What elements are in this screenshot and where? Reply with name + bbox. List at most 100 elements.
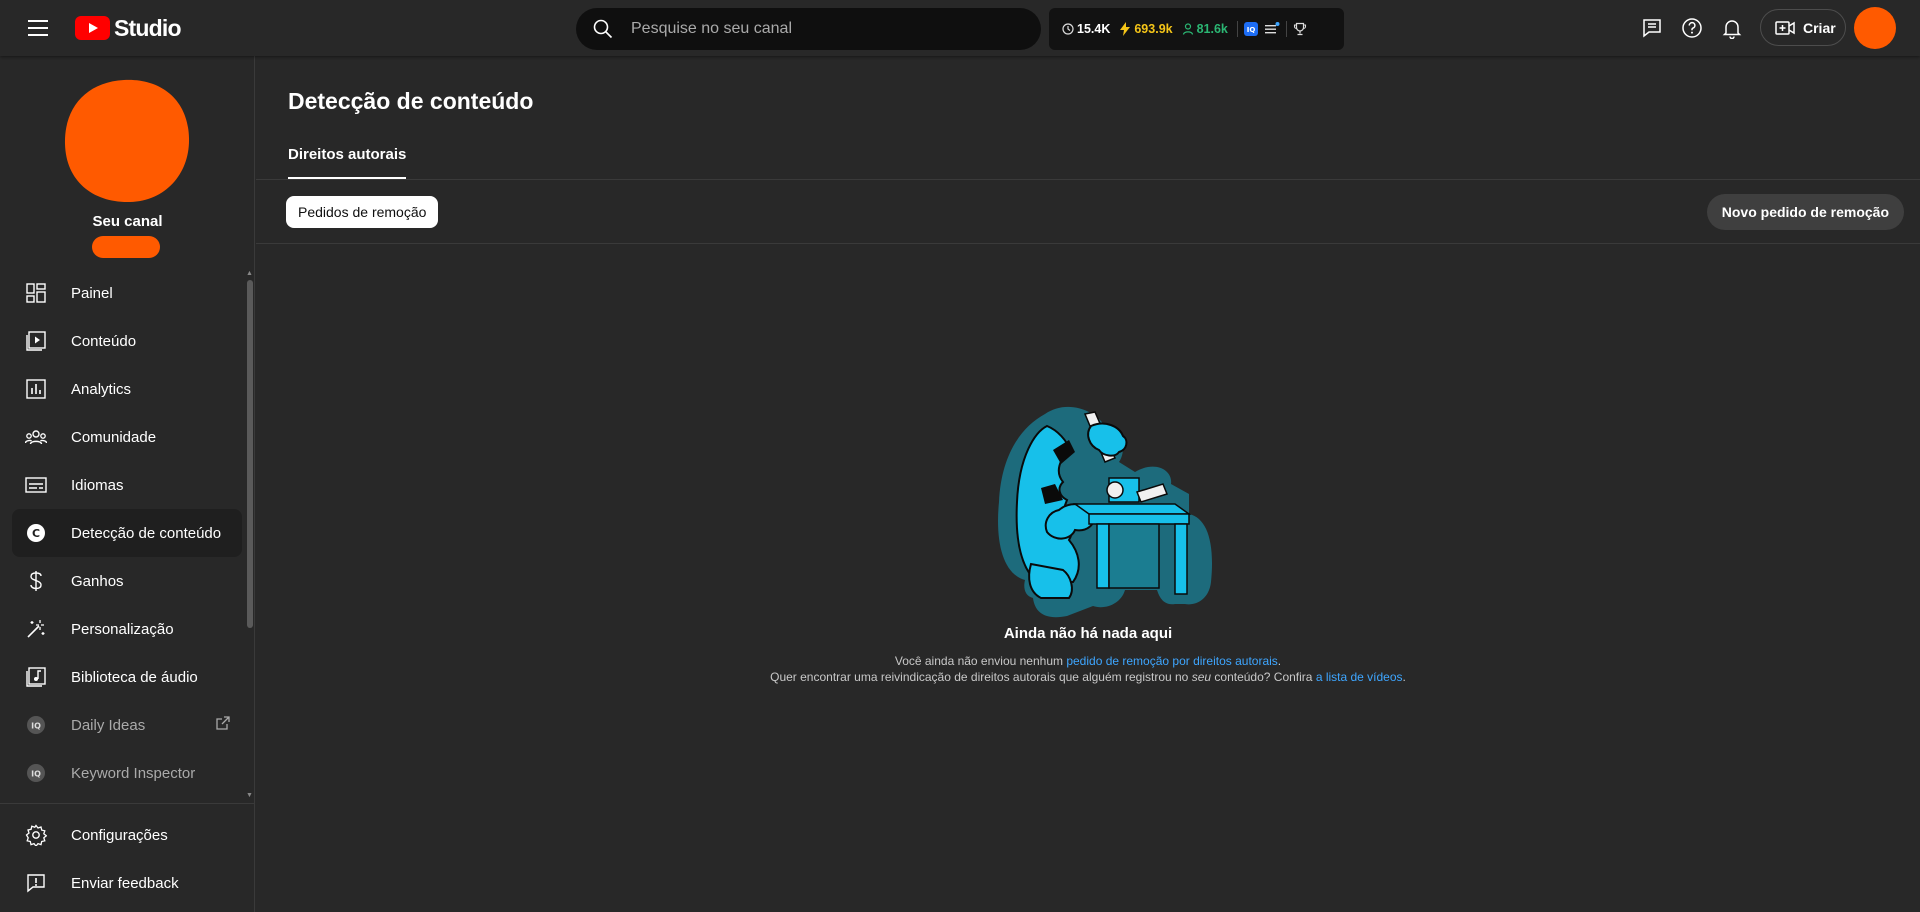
stats-divider: [1285, 21, 1287, 37]
sidebar-item-deteccao-de-conteudo[interactable]: C Detecção de conteúdo: [12, 509, 242, 557]
copyright-icon: C: [24, 521, 48, 545]
svg-text:IQ: IQ: [1247, 26, 1256, 34]
audio-library-icon: [24, 665, 48, 689]
chip-pedidos-de-remocao[interactable]: Pedidos de remoção: [286, 196, 439, 228]
sidebar-scrollbar[interactable]: [247, 280, 253, 628]
lightning-icon: [1120, 22, 1131, 36]
sidebar-item-label: Comunidade: [71, 428, 157, 446]
tabs-divider: [256, 179, 1920, 180]
account-avatar[interactable]: [1854, 7, 1896, 49]
main-content: Detecção de conteúdo Direitos autorais P…: [256, 56, 1920, 912]
vidiq-button[interactable]: IQ: [1243, 22, 1258, 36]
create-video-icon: [1775, 20, 1795, 35]
sidebar-item-label: Daily Ideas: [71, 716, 146, 734]
analytics-icon: [24, 377, 48, 401]
subtitles-icon: [24, 473, 48, 497]
dashboard-icon: [24, 281, 48, 305]
empty-line2-emphasis: seu: [1191, 670, 1212, 684]
create-label: Criar: [1803, 19, 1836, 36]
empty-line2-text: Quer encontrar uma reivindicação de dire…: [770, 670, 1192, 684]
sidebar-item-biblioteca-de-audio[interactable]: Biblioteca de áudio: [12, 653, 242, 701]
sidebar-divider: [0, 803, 255, 804]
sidebar-item-ganhos[interactable]: Ganhos: [12, 557, 242, 605]
list-button[interactable]: [1264, 22, 1280, 36]
empty-state-title: Ainda não há nada aqui: [1003, 625, 1173, 642]
sidebar-item-label: Conteúdo: [71, 332, 137, 350]
sidebar-item-enviar-feedback[interactable]: Enviar feedback: [12, 859, 242, 907]
vidiq-icon: IQ: [1243, 22, 1258, 36]
tabs: Direitos autorais: [288, 146, 407, 186]
tab-direitos-autorais[interactable]: Direitos autorais: [288, 146, 407, 180]
sidebar-item-keyword-inspector[interactable]: IQ Keyword Inspector: [12, 749, 242, 797]
subscribers-stat[interactable]: 81.6k: [1182, 22, 1228, 36]
sidebar-bottom-nav: Configurações Enviar feedback: [12, 811, 242, 907]
empty-line1-suffix: .: [1277, 654, 1282, 668]
sidebar-item-comunidade[interactable]: Comunidade: [12, 413, 242, 461]
search-input[interactable]: [631, 20, 1011, 38]
list-icon: [1264, 22, 1280, 34]
channel-handle: [92, 236, 160, 258]
community-icon: [24, 425, 48, 449]
video-list-link[interactable]: a lista de vídeos: [1316, 670, 1403, 684]
person-icon: [1182, 23, 1193, 35]
sidebar-item-daily-ideas[interactable]: IQ Daily Ideas: [12, 701, 242, 749]
sidebar-item-label: Enviar feedback: [71, 874, 179, 892]
top-header: Studio 15.4K 693.9k 81.6k IQ: [0, 0, 1920, 56]
stats-divider: [1236, 21, 1238, 37]
vidiq-icon: IQ: [24, 761, 48, 785]
subtitles-feedback-icon[interactable]: [1638, 14, 1666, 42]
channel-label: Seu canal: [92, 213, 163, 230]
search-bar[interactable]: [576, 8, 1041, 50]
sidebar-item-label: Configurações: [71, 826, 168, 844]
sidebar-item-label: Biblioteca de áudio: [71, 668, 198, 686]
scroll-down-arrow[interactable]: ▼: [246, 792, 254, 800]
gear-icon: [24, 823, 48, 847]
content-icon: [24, 329, 48, 353]
empty-state-line-2: Quer encontrar uma reivindicação de dire…: [256, 670, 1920, 684]
sidebar-item-label: Keyword Inspector: [71, 764, 196, 782]
logo-text: Studio: [114, 14, 182, 41]
empty-state-line-1: Você ainda não enviou nenhum pedido de r…: [256, 654, 1920, 668]
sidebar-nav: Painel Conteúdo Analytics Comunidade Idi…: [12, 269, 242, 797]
vidiq-icon: IQ: [24, 713, 48, 737]
new-removal-request-button[interactable]: Novo pedido de remoção: [1706, 194, 1904, 230]
help-icon[interactable]: [1678, 14, 1706, 42]
sidebar-item-conteudo[interactable]: Conteúdo: [12, 317, 242, 365]
channel-avatar[interactable]: [64, 78, 190, 203]
sidebar-item-idiomas[interactable]: Idiomas: [12, 461, 242, 509]
trophy-button[interactable]: [1293, 22, 1307, 36]
sidebar-item-label: Idiomas: [71, 476, 124, 494]
clock-icon: [1062, 23, 1074, 35]
create-button[interactable]: Criar: [1760, 9, 1846, 46]
vidiq-stats-bar: 15.4K 693.9k 81.6k IQ: [1049, 8, 1344, 50]
svg-text:IQ: IQ: [31, 770, 41, 779]
sidebar-item-personalizacao[interactable]: Personalização: [12, 605, 242, 653]
bell-icon[interactable]: [1718, 14, 1746, 42]
menu-icon[interactable]: [22, 14, 54, 42]
scroll-up-arrow[interactable]: ▲: [246, 270, 254, 278]
studio-logo[interactable]: Studio: [75, 13, 182, 43]
empty-line1-text: Você ainda não enviou nenhum: [894, 654, 1067, 668]
external-link-icon: [216, 716, 230, 734]
subscribers-value: 81.6k: [1196, 22, 1228, 36]
views-stat[interactable]: 15.4K: [1062, 22, 1110, 36]
sidebar: Seu canal Painel Conteúdo Analytics Comu…: [0, 56, 255, 912]
search-icon: [593, 19, 613, 39]
empty-state-illustration: [998, 406, 1213, 618]
sidebar-item-configuracoes[interactable]: Configurações: [12, 811, 242, 859]
sidebar-item-painel[interactable]: Painel: [12, 269, 242, 317]
trophy-icon: [1293, 22, 1306, 36]
svg-text:IQ: IQ: [31, 722, 41, 731]
sidebar-item-label: Ganhos: [71, 572, 124, 590]
copyright-removal-request-link[interactable]: pedido de remoção por direitos autorais: [1066, 654, 1277, 668]
bolt-stat[interactable]: 693.9k: [1119, 22, 1173, 36]
sidebar-item-label: Painel: [71, 284, 113, 302]
empty-line2-suffix: .: [1402, 670, 1406, 684]
bolt-value: 693.9k: [1134, 22, 1173, 36]
sidebar-item-label: Personalização: [71, 620, 174, 638]
dollar-icon: [24, 569, 48, 593]
youtube-logo-icon: [75, 16, 110, 40]
views-value: 15.4K: [1077, 22, 1111, 36]
feedback-icon: [24, 871, 48, 895]
sidebar-item-analytics[interactable]: Analytics: [12, 365, 242, 413]
